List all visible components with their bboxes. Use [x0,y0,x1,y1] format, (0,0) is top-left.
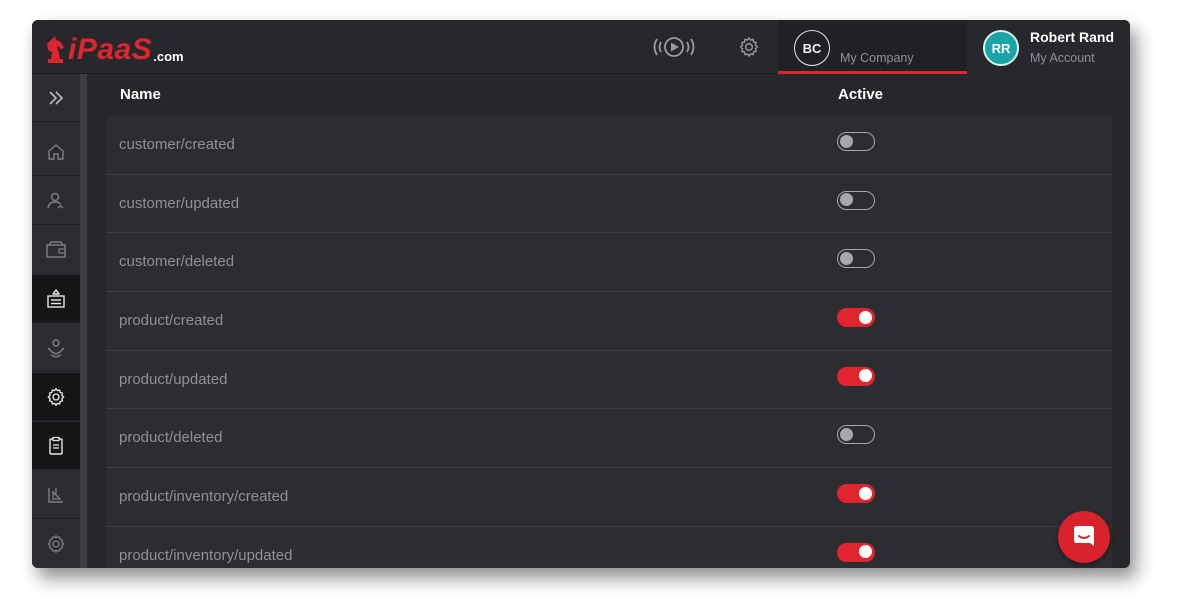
webhook-table-body: customer/created customer/updated custom… [106,116,1112,568]
gear-icon [47,535,65,553]
row-name: product/updated [119,370,228,388]
active-toggle[interactable] [837,132,875,151]
settings-gear-icon [47,387,65,406]
company-avatar: BC [794,30,830,66]
user-avatar: RR [983,30,1019,66]
top-header: iPaaS .com BC My Company RR Robert Rand … [32,20,1130,74]
sidebar-item-home[interactable] [32,128,80,176]
header-settings-button[interactable] [736,34,762,60]
home-icon [48,143,64,160]
toggle-knob [840,134,853,148]
toggle-knob [859,545,872,559]
sidebar-item-integrations[interactable] [32,275,80,323]
active-toggle[interactable] [837,542,875,562]
expand-chevrons-icon [49,90,64,105]
reports-icon [48,487,63,503]
clipboard-icon [49,436,63,455]
active-toggle[interactable] [837,484,875,504]
active-toggle[interactable] [837,190,875,210]
table-row: product/inventory/created [106,468,1112,527]
column-header-name[interactable]: Name [120,86,161,103]
table-row: product/deleted [106,409,1112,469]
row-name: product/inventory/created [119,488,289,506]
row-name: customer/created [119,136,235,153]
sidebar-item-gear[interactable] [32,520,80,568]
sidebar-item-wallet[interactable] [32,226,80,274]
table-header: Name Active [87,74,1130,116]
chat-launcher-button[interactable] [1058,511,1110,563]
chat-bubble-icon [1074,526,1094,546]
broadcast-play-icon [653,37,695,57]
sidebar-expand-button[interactable] [32,74,80,122]
wallet-icon [46,240,66,258]
hand-support-icon [47,338,65,358]
table-row: customer/deleted [106,233,1112,293]
sidebar-item-users[interactable] [32,177,80,225]
knight-logo-icon [47,36,64,63]
sidebar-item-clipboard[interactable] [32,422,80,470]
toggle-knob [859,486,872,500]
sidebar [32,74,80,568]
row-name: customer/deleted [119,253,235,271]
users-icon [47,192,64,208]
row-name: customer/updated [119,194,240,212]
toggle-knob [840,251,853,265]
column-header-active[interactable]: Active [838,86,883,103]
account-label: My Account [1030,51,1095,65]
active-toggle[interactable] [837,308,875,328]
table-row: product/created [106,292,1112,351]
company-name: My Company [840,51,914,65]
toggle-knob [840,193,853,207]
table-row: product/updated [106,350,1112,410]
row-name: product/deleted [119,429,223,447]
row-name: product/inventory/updated [119,546,293,564]
logo-wordmark: iPaaS [68,33,153,66]
app-window: iPaaS .com BC My Company RR Robert Rand … [32,20,1130,568]
ipaas-logo[interactable]: iPaaS .com [44,30,184,66]
integrations-icon [47,288,65,308]
sidebar-scrollbar[interactable] [80,74,87,568]
sidebar-item-support[interactable] [32,324,80,372]
active-toggle[interactable] [837,249,875,269]
sidebar-item-reports[interactable] [32,471,80,519]
toggle-knob [859,310,872,324]
sidebar-item-settings[interactable] [32,373,80,421]
account-menu[interactable]: RR Robert Rand My Account [967,20,1130,74]
toggle-knob [859,369,872,383]
active-toggle[interactable] [837,425,875,445]
row-name: product/created [119,312,224,330]
active-toggle[interactable] [837,366,875,386]
gear-icon [739,37,759,57]
company-switcher[interactable]: BC My Company [778,20,967,74]
broadcast-play-button[interactable] [650,34,698,60]
user-name: Robert Rand [1030,29,1114,45]
toggle-knob [840,427,853,441]
logo-suffix: .com [153,49,184,64]
table-row: customer/created [106,116,1112,175]
table-row: customer/updated [106,174,1112,234]
table-row: product/inventory/updated [106,526,1112,568]
